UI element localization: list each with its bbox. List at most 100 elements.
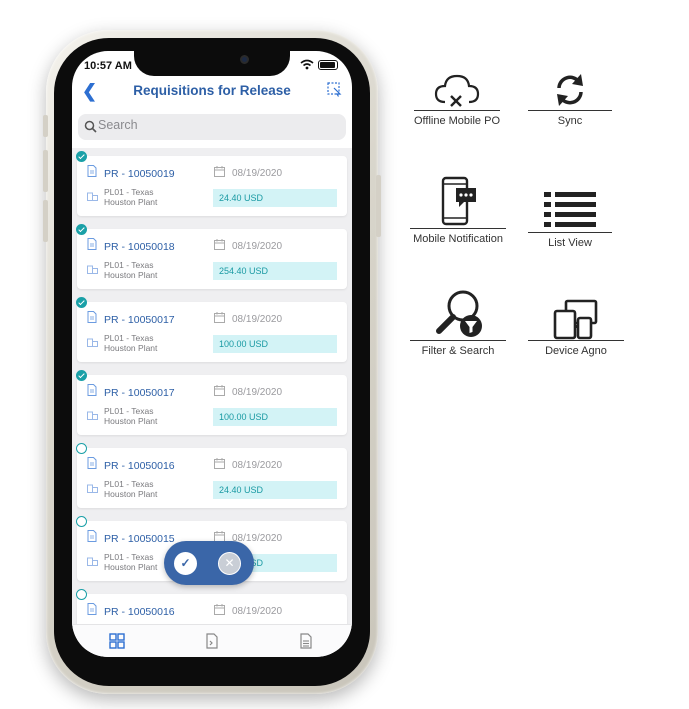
feature-label: Mobile Notification xyxy=(413,233,503,245)
building-icon xyxy=(87,484,98,493)
phone-screen: 10:57 AM ❮ Requisitions for Release Sear… xyxy=(72,51,352,657)
feature-label: List View xyxy=(548,237,592,249)
nav-bar: ❮ Requisitions for Release xyxy=(72,77,352,105)
status-icons xyxy=(300,59,338,70)
requisition-number: PR - 10050016 xyxy=(104,606,175,618)
reject-button[interactable]: ✕ xyxy=(218,552,241,575)
feature-list-view: List View xyxy=(528,188,612,249)
selection-checkbox[interactable] xyxy=(76,370,87,381)
list-view-icon xyxy=(544,192,596,227)
requisition-number: PR - 10050018 xyxy=(104,241,175,253)
selection-checkbox[interactable] xyxy=(76,297,87,308)
battery-icon xyxy=(318,59,338,70)
notch xyxy=(134,51,290,76)
search-icon xyxy=(84,120,97,133)
plant-code: PL01 - Texas xyxy=(104,479,154,489)
feature-mobile-notification: Mobile Notification xyxy=(410,176,506,245)
calendar-icon xyxy=(214,385,225,396)
status-time: 10:57 AM xyxy=(84,60,132,72)
feature-underline xyxy=(528,340,624,341)
selection-checkbox[interactable] xyxy=(76,589,87,600)
requisition-amount: 100.00 USD xyxy=(213,335,337,353)
requisition-date: 08/19/2020 xyxy=(232,168,283,179)
feature-offline-mobile-po: Offline Mobile PO xyxy=(414,70,500,127)
feature-underline xyxy=(528,232,612,233)
calendar-icon xyxy=(214,312,225,323)
requisition-card[interactable]: PR - 10050019 08/19/2020 PL01 - Texas Houst… xyxy=(76,151,347,216)
feature-sync: Sync xyxy=(528,70,612,127)
calendar-icon xyxy=(214,239,225,250)
plant-name: Houston Plant xyxy=(104,562,158,572)
plant-name: Houston Plant xyxy=(104,197,158,207)
devices-icon xyxy=(553,299,598,340)
feature-underline xyxy=(414,110,500,111)
plant-code: PL01 - Texas xyxy=(104,333,154,343)
building-icon xyxy=(87,265,98,274)
document-icon xyxy=(87,165,97,177)
search-bar[interactable] xyxy=(78,114,346,140)
page: 10:57 AM ❮ Requisitions for Release Sear… xyxy=(0,0,689,709)
feature-label: Offline Mobile PO xyxy=(414,115,501,127)
plant-code: PL01 - Texas xyxy=(104,552,154,562)
selection-checkbox[interactable] xyxy=(76,443,87,454)
feature-underline xyxy=(528,110,612,111)
calendar-icon xyxy=(214,458,225,469)
approve-button[interactable]: ✓ xyxy=(174,552,197,575)
requisition-amount: 254.40 USD xyxy=(213,262,337,280)
requisition-number: PR - 10050015 xyxy=(104,533,175,545)
requisition-number: PR - 10050016 xyxy=(104,460,175,472)
power-button xyxy=(376,175,381,237)
calendar-icon xyxy=(214,166,225,177)
mobile-notification-icon xyxy=(441,176,476,226)
requisition-card[interactable]: PR - 10050018 08/19/2020 PL01 - Texas Houst… xyxy=(76,224,347,289)
mute-switch xyxy=(43,115,48,137)
selection-checkbox[interactable] xyxy=(76,224,87,235)
action-pill: ✓ ✕ xyxy=(164,541,254,585)
building-icon xyxy=(87,338,98,347)
document-icon xyxy=(87,384,97,396)
requisition-card[interactable]: PR - 10050016 08/19/2020 PL01 - Texas Houst… xyxy=(76,443,347,508)
requisition-number: PR - 10050017 xyxy=(104,314,175,326)
code-document-icon[interactable] xyxy=(204,633,220,649)
document-icon xyxy=(87,603,97,615)
requisition-date: 08/19/2020 xyxy=(232,387,283,398)
requisition-card[interactable]: PR - 10050017 08/19/2020 PL01 - Texas Houst… xyxy=(76,370,347,435)
requisition-date: 08/19/2020 xyxy=(232,241,283,252)
wifi-icon xyxy=(300,59,314,70)
document-icon xyxy=(87,530,97,542)
cloud-offline-icon xyxy=(434,74,480,107)
feature-label: Sync xyxy=(557,115,583,127)
search-input[interactable] xyxy=(98,118,338,132)
plant-name: Houston Plant xyxy=(104,270,158,280)
requisition-amount: 100.00 USD xyxy=(213,408,337,426)
requisition-date: 08/19/2020 xyxy=(232,314,283,325)
volume-up-button xyxy=(43,150,48,192)
building-icon xyxy=(87,557,98,566)
building-icon xyxy=(87,411,98,420)
building-icon xyxy=(87,192,98,201)
document-icon xyxy=(87,457,97,469)
feature-device-agno: Device Agno xyxy=(528,298,624,357)
multi-select-icon[interactable] xyxy=(327,82,342,97)
volume-down-button xyxy=(43,200,48,242)
grid-icon[interactable] xyxy=(109,633,125,649)
document-icon xyxy=(87,311,97,323)
page-title: Requisitions for Release xyxy=(133,83,291,98)
document-list-icon[interactable] xyxy=(298,633,314,649)
sync-icon xyxy=(557,74,583,106)
plant-name: Houston Plant xyxy=(104,343,158,353)
selection-checkbox[interactable] xyxy=(76,516,87,527)
document-icon xyxy=(87,238,97,250)
feature-underline xyxy=(410,228,506,229)
requisition-date: 08/19/2020 xyxy=(232,460,283,471)
plant-name: Houston Plant xyxy=(104,489,158,499)
feature-label: Device Agno xyxy=(545,345,607,357)
feature-underline xyxy=(410,340,506,341)
feature-filter-search: Filter & Search xyxy=(410,288,506,357)
selection-checkbox[interactable] xyxy=(76,151,87,162)
plant-code: PL01 - Texas xyxy=(104,406,154,416)
feature-label: Filter & Search xyxy=(421,345,495,357)
requisition-amount: 24.40 USD xyxy=(213,481,337,499)
requisition-number: PR - 10050019 xyxy=(104,168,175,180)
requisition-card[interactable]: PR - 10050017 08/19/2020 PL01 - Texas Houst… xyxy=(76,297,347,362)
